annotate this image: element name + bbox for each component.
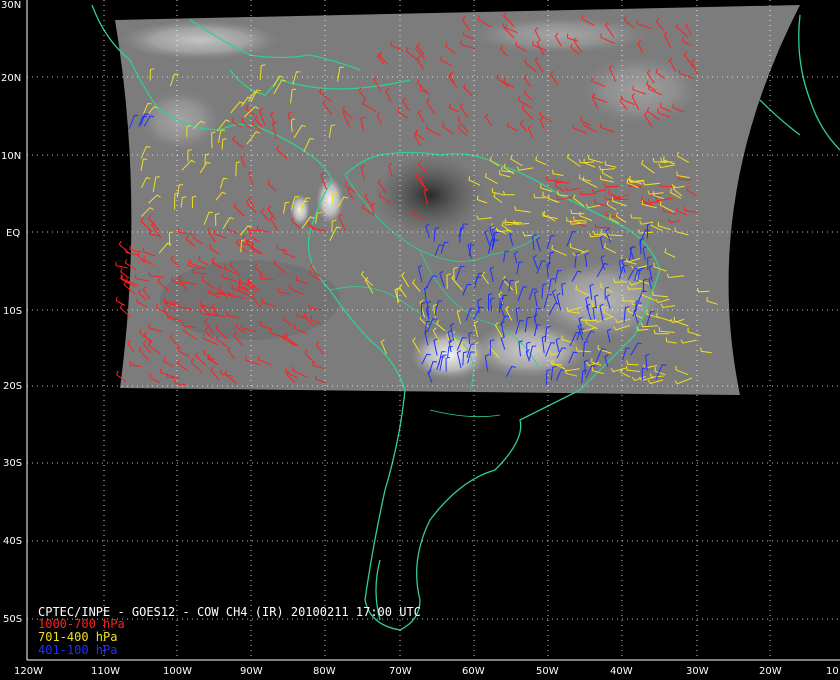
lon-label: 70W xyxy=(389,666,412,677)
lon-label: 20W xyxy=(759,666,782,677)
legend-high-level: 401-100 hPa xyxy=(38,643,118,657)
lat-label: 20S xyxy=(3,381,22,392)
legend-mid-level: 701-400 hPa xyxy=(38,630,118,644)
legend-low-level: 1000-700 hPa xyxy=(38,617,125,631)
lon-label: 100W xyxy=(163,666,192,677)
wind-barb xyxy=(118,240,131,255)
lon-label: 90W xyxy=(240,666,263,677)
lat-label: 50S xyxy=(3,614,22,625)
satellite-wind-map: 30N 20N 10N EQ 10S 20S 30S 40S 50S 120W … xyxy=(0,0,840,680)
lon-label: 120W xyxy=(14,666,43,677)
wind-barb xyxy=(115,296,126,306)
lon-label: 50W xyxy=(536,666,559,677)
lon-label: 110W xyxy=(91,666,120,677)
lon-label: 10 xyxy=(826,666,839,677)
lat-label: 20N xyxy=(1,73,21,84)
lon-label: 80W xyxy=(313,666,336,677)
lat-label: 30S xyxy=(3,458,22,469)
lat-label: 40S xyxy=(3,536,22,547)
map-canvas: 30N 20N 10N EQ 10S 20S 30S 40S 50S 120W … xyxy=(1,0,840,677)
lon-label: 40W xyxy=(610,666,633,677)
lon-label: 60W xyxy=(462,666,485,677)
lon-label: 30W xyxy=(686,666,709,677)
lat-label: EQ xyxy=(6,228,20,239)
lat-label: 10S xyxy=(3,306,22,317)
lat-label: 10N xyxy=(1,151,21,162)
wind-barb xyxy=(115,261,128,269)
lat-label: 30N xyxy=(1,0,21,11)
